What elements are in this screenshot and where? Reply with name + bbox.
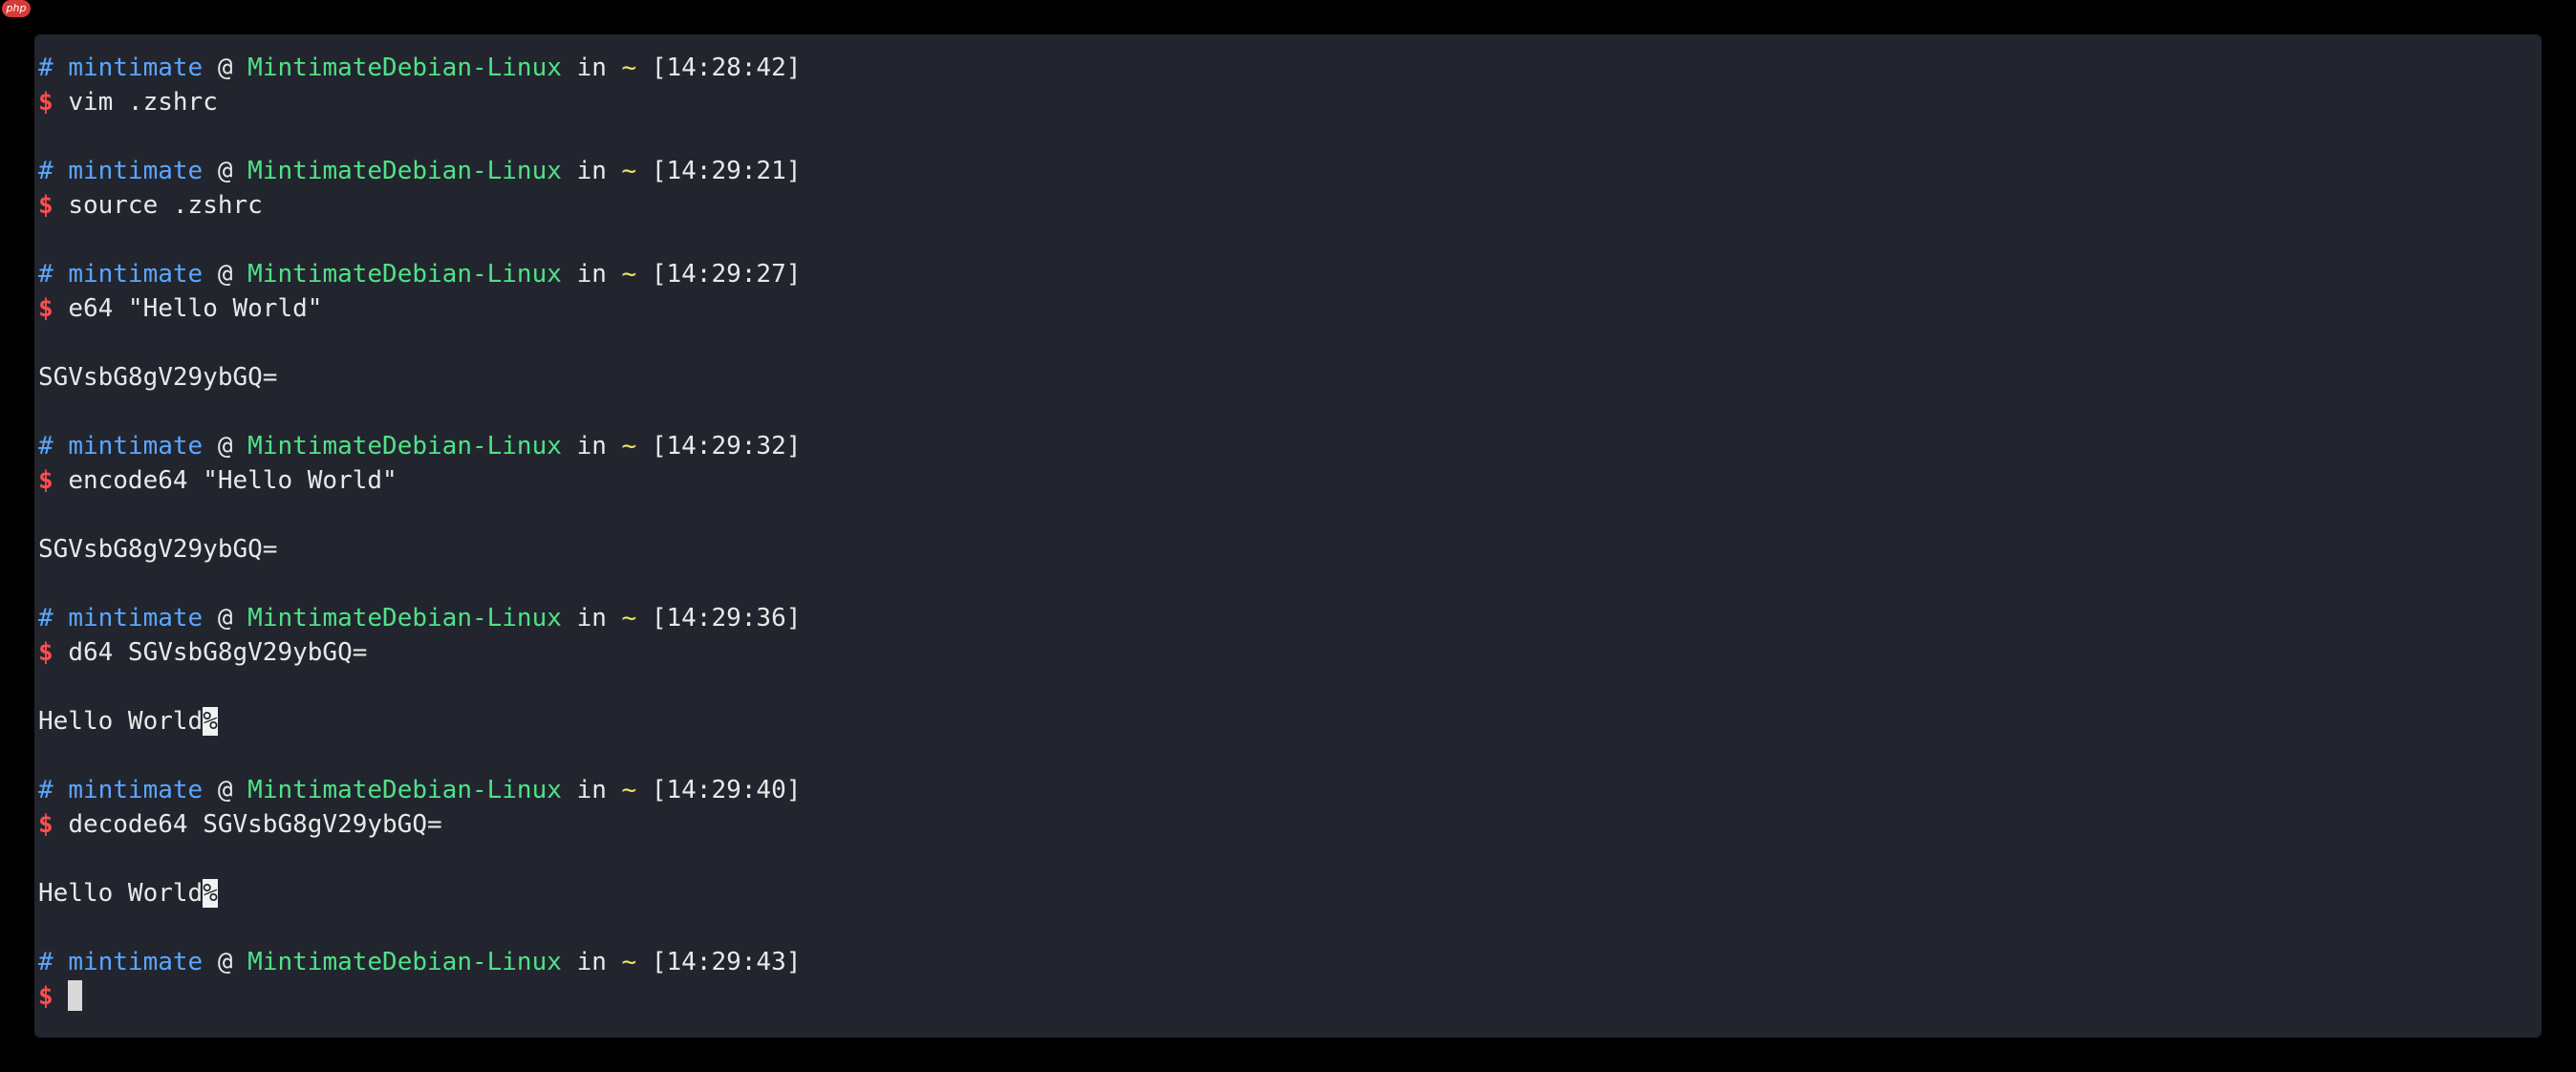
prompt-time: [14:29:36] [651,604,802,632]
output-text: Hello World [38,707,204,736]
command-line: $ source .zshrc [38,188,2542,223]
prompt-dir: ~ [621,260,637,289]
prompt-hash: # [38,604,54,632]
output-text: SGVsbG8gV29ybGQ= [38,535,278,564]
prompt-host: MintimateDebian-Linux [247,432,562,461]
prompt-in: in [576,54,607,82]
prompt-in: in [576,604,607,632]
prompt-dir: ~ [621,54,637,82]
prompt-in: in [576,432,607,461]
prompt-dir: ~ [621,604,637,632]
prompt-host: MintimateDebian-Linux [247,776,562,804]
prompt-host: MintimateDebian-Linux [247,157,562,185]
watermark-badge: php [2,0,31,17]
prompt-line: # mintimate @ MintimateDebian-Linux in ~… [38,945,2542,979]
prompt-at: @ [217,157,233,185]
prompt-host: MintimateDebian-Linux [247,54,562,82]
no-newline-marker: % [203,879,218,908]
prompt-hash: # [38,776,54,804]
output-text: Hello World [38,879,204,908]
prompt-dollar: $ [38,810,54,839]
prompt-time: [14:29:32] [651,432,802,461]
prompt-at: @ [217,948,233,976]
output-line: SGVsbG8gV29ybGQ= [38,360,2542,395]
prompt-dir: ~ [621,948,637,976]
command-input-line[interactable]: $ [38,979,2542,1014]
prompt-at: @ [217,604,233,632]
prompt-hash: # [38,432,54,461]
command-line: $ e64 "Hello World" [38,291,2542,326]
prompt-dollar: $ [38,191,54,220]
prompt-user: mintimate [68,260,204,289]
prompt-user: mintimate [68,432,204,461]
prompt-dollar: $ [38,466,54,495]
prompt-time: [14:29:40] [651,776,802,804]
prompt-host: MintimateDebian-Linux [247,604,562,632]
prompt-at: @ [217,432,233,461]
prompt-in: in [576,260,607,289]
command-text: encode64 "Hello World" [68,466,397,495]
prompt-dollar: $ [38,294,54,323]
prompt-at: @ [217,260,233,289]
command-text: decode64 SGVsbG8gV29ybGQ= [68,810,442,839]
output-text: SGVsbG8gV29ybGQ= [38,363,278,392]
command-text: vim .zshrc [68,88,218,117]
prompt-in: in [576,948,607,976]
command-text: e64 "Hello World" [68,294,323,323]
command-line: $ vim .zshrc [38,85,2542,119]
prompt-line: # mintimate @ MintimateDebian-Linux in ~… [38,154,2542,188]
output-line: Hello World% [38,704,2542,739]
output-line: SGVsbG8gV29ybGQ= [38,532,2542,567]
prompt-hash: # [38,54,54,82]
prompt-user: mintimate [68,157,204,185]
prompt-line: # mintimate @ MintimateDebian-Linux in ~… [38,773,2542,807]
command-text: d64 SGVsbG8gV29ybGQ= [68,638,368,667]
command-line: $ d64 SGVsbG8gV29ybGQ= [38,635,2542,670]
prompt-user: mintimate [68,776,204,804]
prompt-dollar: $ [38,88,54,117]
prompt-line: # mintimate @ MintimateDebian-Linux in ~… [38,257,2542,291]
command-line: $ encode64 "Hello World" [38,463,2542,498]
no-newline-marker: % [203,707,218,736]
prompt-in: in [576,157,607,185]
prompt-time: [14:29:21] [651,157,802,185]
output-line: Hello World% [38,876,2542,911]
prompt-hash: # [38,948,54,976]
prompt-line: # mintimate @ MintimateDebian-Linux in ~… [38,429,2542,463]
prompt-dollar: $ [38,982,54,1011]
prompt-line: # mintimate @ MintimateDebian-Linux in ~… [38,51,2542,85]
prompt-hash: # [38,157,54,185]
prompt-at: @ [217,776,233,804]
prompt-user: mintimate [68,604,204,632]
text-cursor [68,979,83,1011]
prompt-user: mintimate [68,54,204,82]
prompt-at: @ [217,54,233,82]
command-line: $ decode64 SGVsbG8gV29ybGQ= [38,807,2542,842]
prompt-dollar: $ [38,638,54,667]
prompt-time: [14:29:43] [651,948,802,976]
prompt-time: [14:29:27] [651,260,802,289]
prompt-dir: ~ [621,157,637,185]
prompt-line: # mintimate @ MintimateDebian-Linux in ~… [38,601,2542,635]
prompt-time: [14:28:42] [651,54,802,82]
terminal-window[interactable]: # mintimate @ MintimateDebian-Linux in ~… [34,34,2542,1038]
prompt-in: in [576,776,607,804]
prompt-host: MintimateDebian-Linux [247,948,562,976]
prompt-dir: ~ [621,776,637,804]
command-text: source .zshrc [68,191,263,220]
prompt-hash: # [38,260,54,289]
prompt-host: MintimateDebian-Linux [247,260,562,289]
prompt-dir: ~ [621,432,637,461]
prompt-user: mintimate [68,948,204,976]
